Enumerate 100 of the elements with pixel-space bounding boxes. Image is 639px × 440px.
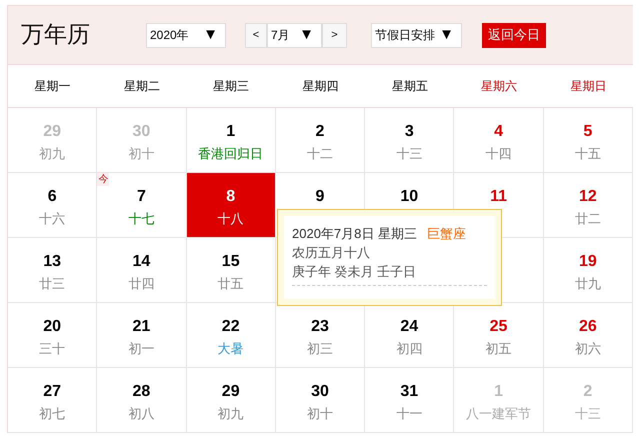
day-cell[interactable]: 23 初三 <box>276 303 366 368</box>
lunar-day: 香港回归日 <box>198 145 264 163</box>
day-cell[interactable]: 31 十一 <box>365 368 454 433</box>
prev-month-button[interactable]: < <box>245 22 267 48</box>
day-number: 6 <box>48 187 57 207</box>
day-cell[interactable]: 5 十五 <box>544 108 633 173</box>
lunar-day: 初三 <box>306 340 333 358</box>
day-number: 2 <box>316 122 324 142</box>
lunar-day: 初七 <box>39 405 66 423</box>
lunar-day: 十五 <box>574 145 601 163</box>
day-cell[interactable]: 30 初十 <box>276 368 366 433</box>
lunar-day: 初五 <box>486 340 512 358</box>
day-number: 10 <box>400 187 418 207</box>
lunar-day: 廿五 <box>218 275 244 293</box>
day-number: 13 <box>43 252 62 272</box>
day-number: 15 <box>222 252 240 272</box>
lunar-day: 廿四 <box>128 275 154 293</box>
day-cell[interactable]: 14 廿四 <box>97 238 187 303</box>
dropdown-arrow-icon: ▼ <box>299 24 318 46</box>
day-number: 23 <box>311 317 329 337</box>
weekday-header: 星期五 <box>390 78 429 95</box>
lunar-day: 十三 <box>574 405 601 423</box>
day-cell[interactable]: 29 初九 <box>186 368 276 433</box>
next-month-button[interactable]: > <box>322 22 347 48</box>
lunar-day: 初六 <box>574 340 601 358</box>
year-select[interactable]: 2020年 ▼ <box>146 22 226 48</box>
day-number: 5 <box>583 122 592 142</box>
day-number: 22 <box>222 317 240 337</box>
lunar-day: 初四 <box>396 340 422 358</box>
dropdown-arrow-icon: ▼ <box>439 24 458 46</box>
lunar-day: 十四 <box>486 145 512 163</box>
day-cell[interactable]: 22 大暑 <box>186 303 276 368</box>
day-cell[interactable]: 27 初七 <box>8 368 98 433</box>
day-cell[interactable]: 20 三十 <box>8 303 98 368</box>
day-cell[interactable]: 2 十二 <box>276 108 366 173</box>
day-number: 30 <box>311 382 329 402</box>
day-number: 8 <box>226 187 236 207</box>
day-cell[interactable]: 24 初四 <box>365 303 454 368</box>
day-number: 7 <box>136 187 146 207</box>
day-number: 12 <box>578 187 597 207</box>
day-cell[interactable]: 8 十八 <box>186 173 276 238</box>
day-cell[interactable]: 12 廿二 <box>544 173 633 238</box>
lunar-day: 十八 <box>218 210 244 228</box>
lunar-day: 十一 <box>396 405 422 423</box>
lunar-day: 廿九 <box>574 275 601 293</box>
month-select[interactable]: 7月 ▼ <box>267 22 322 48</box>
lunar-day: 初九 <box>218 405 244 423</box>
holiday-select[interactable]: 节假日安排 ▼ <box>371 22 462 48</box>
day-cell[interactable]: 3 十三 <box>365 108 454 173</box>
day-number: 31 <box>400 382 418 402</box>
day-cell[interactable]: 26 初六 <box>544 303 633 368</box>
return-today-button[interactable]: 返回今日 <box>482 22 546 48</box>
day-number: 9 <box>316 187 324 207</box>
day-number: 2 <box>583 382 592 402</box>
weekday-header: 星期四 <box>301 78 340 95</box>
day-cell[interactable]: 今 7 十七 <box>97 173 187 238</box>
select-value: 2020年 <box>150 27 189 44</box>
day-number: 1 <box>226 122 236 142</box>
weekday-header: 星期六 <box>480 78 518 95</box>
select-value: 7月 <box>271 27 290 44</box>
lunar-day: 十三 <box>396 145 422 163</box>
day-number: 1 <box>494 382 504 402</box>
day-number: 14 <box>132 252 150 272</box>
day-cell[interactable]: 6 十六 <box>8 173 98 238</box>
lunar-day: 廿二 <box>574 210 601 228</box>
lunar-day: 初八 <box>128 405 154 423</box>
lunar-day: 十七 <box>128 210 154 228</box>
lunar-day: 十二 <box>306 145 333 163</box>
day-cell[interactable]: 1 香港回归日 <box>186 108 276 173</box>
lunar-date: 农历五月十八 <box>292 244 371 262</box>
day-number: 28 <box>132 382 150 402</box>
lunar-day: 初一 <box>128 340 154 358</box>
calendar-title: 万年历 <box>21 20 91 50</box>
day-cell[interactable]: 4 十四 <box>454 108 544 173</box>
day-number: 11 <box>490 187 508 207</box>
day-number: 20 <box>43 317 62 337</box>
day-number: 3 <box>404 122 414 142</box>
day-cell[interactable]: 25 初五 <box>454 303 544 368</box>
day-cell[interactable]: 19 廿九 <box>544 238 633 303</box>
lunar-day: 八一建军节 <box>466 405 532 423</box>
today-badge: 今 <box>97 173 110 186</box>
weekday-header: 星期三 <box>212 78 250 95</box>
weekday-header: 星期二 <box>122 78 161 95</box>
day-cell[interactable]: 15 廿五 <box>186 238 276 303</box>
day-number: 24 <box>400 317 418 337</box>
lunar-day: 廿三 <box>39 275 66 293</box>
day-number: 29 <box>222 382 240 402</box>
dropdown-arrow-icon: ▼ <box>203 24 222 46</box>
day-number: 30 <box>132 122 150 142</box>
day-cell[interactable]: 21 初一 <box>97 303 187 368</box>
day-number: 25 <box>490 317 508 337</box>
lunar-day: 初十 <box>128 145 154 163</box>
lunar-day: 初十 <box>306 405 333 423</box>
lunar-day: 大暑 <box>218 340 244 358</box>
day-number: 21 <box>132 317 150 337</box>
lunar-day: 初九 <box>39 145 66 163</box>
day-cell[interactable]: 28 初八 <box>97 368 187 433</box>
day-number: 27 <box>43 382 62 402</box>
day-cell[interactable]: 13 廿三 <box>8 238 98 303</box>
lunar-day: 三十 <box>39 340 66 358</box>
